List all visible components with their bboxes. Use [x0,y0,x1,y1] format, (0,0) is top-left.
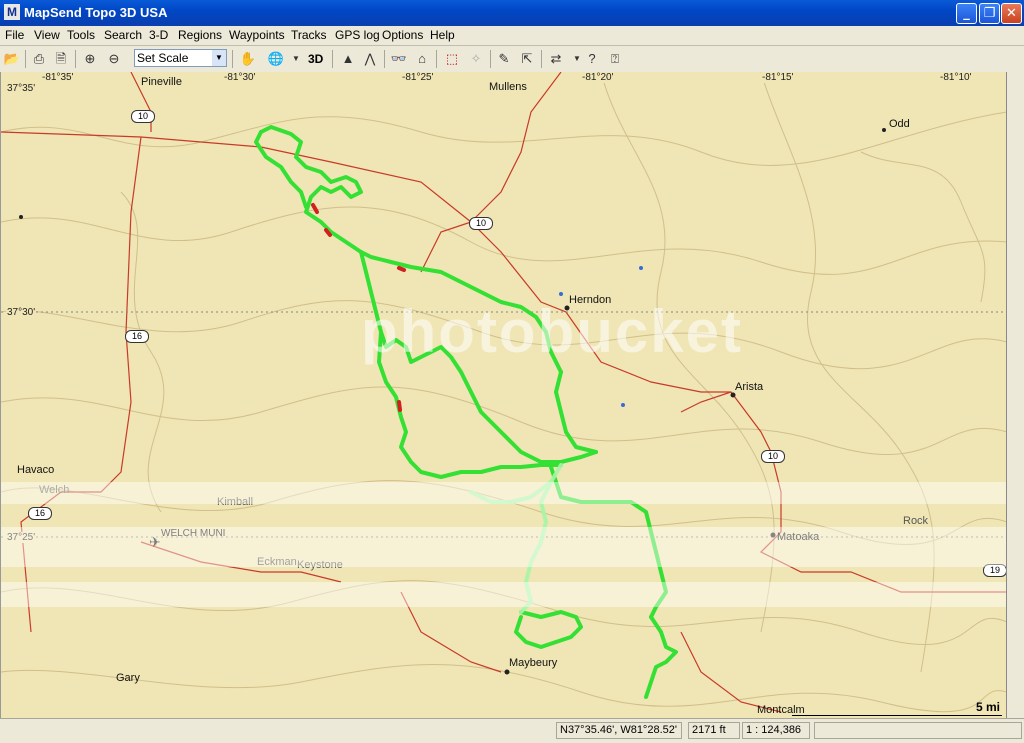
longitude-label: -81°10' [939,72,973,83]
map-scale-readout: 1 : 124,386 [742,722,810,739]
menu-options[interactable]: Options [382,28,423,42]
gps-transfer-icon[interactable]: ⇄ [546,49,566,69]
watermark-band [1,482,1006,504]
town-label[interactable]: Pineville [141,76,182,88]
terrain-profile-icon[interactable]: ▲ [338,49,358,69]
road-shield: 10 [761,450,785,463]
cursor-elevation: 2171 ft [688,722,740,739]
town-label[interactable]: Rock [903,515,928,527]
menu-search[interactable]: Search [104,28,142,42]
town-label[interactable]: Odd [889,118,910,130]
menu-bar: File View Tools Search 3-D Regions Waypo… [0,26,1024,46]
scale-select-value: Set Scale [137,51,189,65]
measure-icon[interactable]: ⇱ [517,49,537,69]
road-shield: 16 [125,330,149,343]
select-region-icon[interactable]: ⬚ [442,49,462,69]
zoom-out-icon[interactable]: ⊖ [104,49,124,69]
status-empty [814,722,1022,739]
print-icon[interactable]: ⎙ [29,49,49,69]
minimize-button[interactable]: _ [956,3,977,24]
scale-select[interactable]: Set Scale ▼ [134,49,227,67]
window-title: MapSend Topo 3D USA [24,5,168,20]
menu-tracks[interactable]: Tracks [291,28,327,42]
toolbar-separator [490,50,491,68]
longitude-label: -81°25' [401,72,435,83]
globe-icon[interactable]: 🌐 [266,49,286,69]
zoom-in-icon[interactable]: ⊕ [80,49,100,69]
menu-gps-log[interactable]: GPS log [335,28,380,42]
scale-bar [792,715,1002,716]
town-label[interactable]: Gary [116,672,140,684]
map-view[interactable]: -81°35' -81°30' -81°25' -81°20' -81°15' … [0,72,1006,718]
menu-regions[interactable]: Regions [178,28,222,42]
status-bar: N37°35.46', W81°28.52' 2171 ft 1 : 124,3… [0,718,1024,743]
town-label[interactable]: Maybeury [509,657,557,669]
toolbar-separator [541,50,542,68]
toolbar-separator [75,50,76,68]
chevron-down-icon[interactable]: ▼ [212,50,226,66]
town-label[interactable]: Mullens [489,81,527,93]
right-panel-strip[interactable] [1006,72,1024,718]
toolbar-separator [25,50,26,68]
town-label[interactable]: Arista [735,381,763,393]
menu-tools[interactable]: Tools [67,28,95,42]
title-bar: M MapSend Topo 3D USA _ ❐ ✕ [0,0,1024,26]
toolbar-separator [436,50,437,68]
magic-select-icon[interactable]: ✧ [466,49,486,69]
toolbar-separator [332,50,333,68]
longitude-label: -81°35' [41,72,75,83]
road-shield: 10 [469,217,493,230]
open-folder-icon[interactable]: 📂 [2,49,22,69]
watermark-band [1,582,1006,607]
latitude-label: 37°30' [6,307,37,318]
longitude-label: -81°20' [581,72,615,83]
app-icon: M [4,4,20,20]
longitude-label: -81°30' [223,72,257,83]
town-label[interactable]: Havaco [17,464,54,476]
road-shield: 16 [28,507,52,520]
chevron-down-icon[interactable]: ▼ [286,49,306,69]
watermark-band [1,527,1006,567]
road-shield: 10 [131,110,155,123]
longitude-label: -81°15' [761,72,795,83]
help-icon[interactable]: ? [582,49,602,69]
context-help-icon[interactable]: ⍰ [605,49,625,69]
print-preview-icon[interactable]: 🗎 [51,49,71,69]
menu-file[interactable]: File [5,28,24,42]
binoculars-icon[interactable]: 👓 [389,49,409,69]
menu-view[interactable]: View [34,28,60,42]
scale-bar-label: 5 mi [975,700,1000,714]
cursor-position: N37°35.46', W81°28.52' [556,722,682,739]
house-icon[interactable]: ⌂ [412,49,432,69]
watermark-text: photobucket [361,298,743,365]
pan-hand-icon[interactable]: ✋ [238,49,258,69]
menu-help[interactable]: Help [430,28,455,42]
maximize-button[interactable]: ❐ [979,3,1000,24]
menu-waypoints[interactable]: Waypoints [229,28,285,42]
toolbar: 📂 ⎙ 🗎 ⊕ ⊖ Set Scale ▼ ✋ 🌐 ▼ 3D ▲ ⋀ 👓 ⌂ ⬚… [0,46,1024,73]
route-tool-icon[interactable]: ⋀ [360,49,380,69]
3d-view-button[interactable]: 3D [308,49,323,69]
menu-3d[interactable]: 3-D [149,28,168,42]
map-canvas[interactable] [1,72,1006,718]
toolbar-separator [384,50,385,68]
close-button[interactable]: ✕ [1001,3,1022,24]
latitude-label: 37°35' [6,83,37,94]
waypoint-pin-icon[interactable]: ✎ [494,49,514,69]
toolbar-separator [232,50,233,68]
